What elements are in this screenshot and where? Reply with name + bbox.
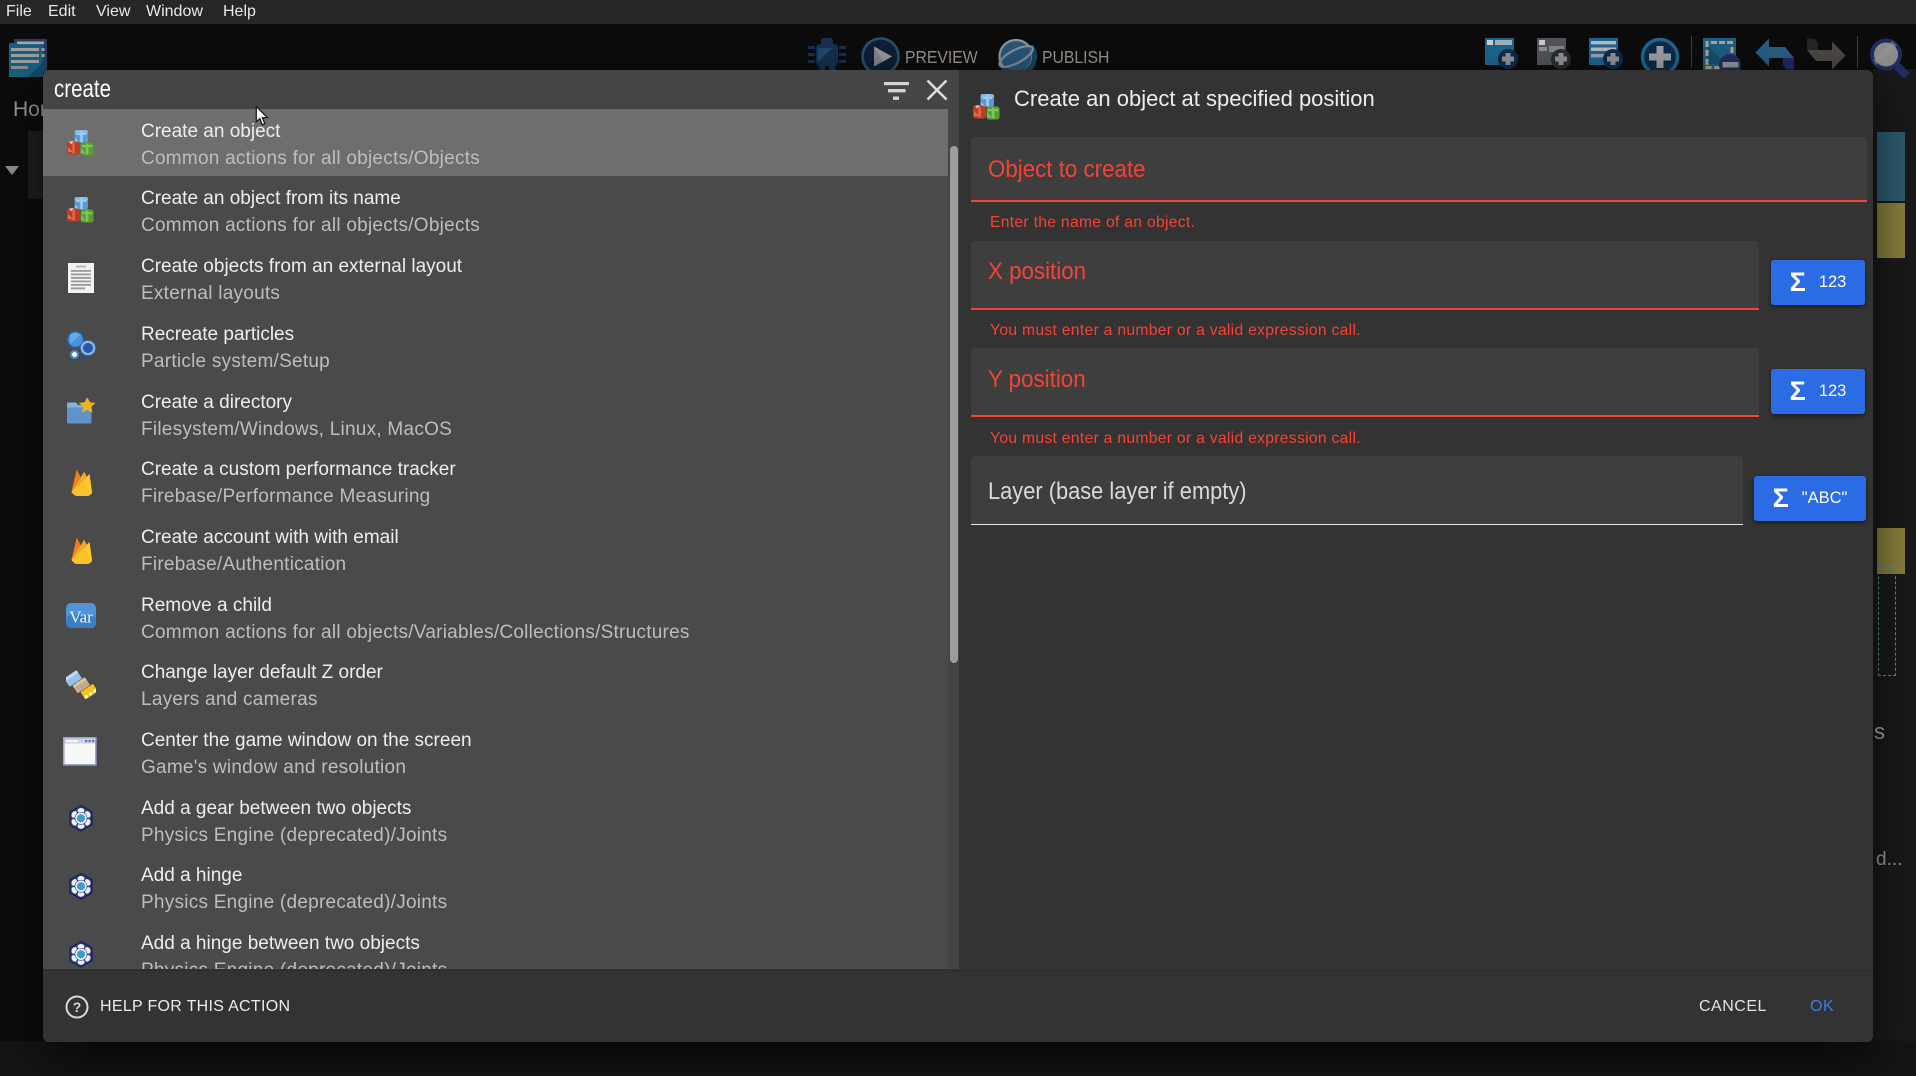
svg-text:?: ?: [73, 999, 82, 1015]
